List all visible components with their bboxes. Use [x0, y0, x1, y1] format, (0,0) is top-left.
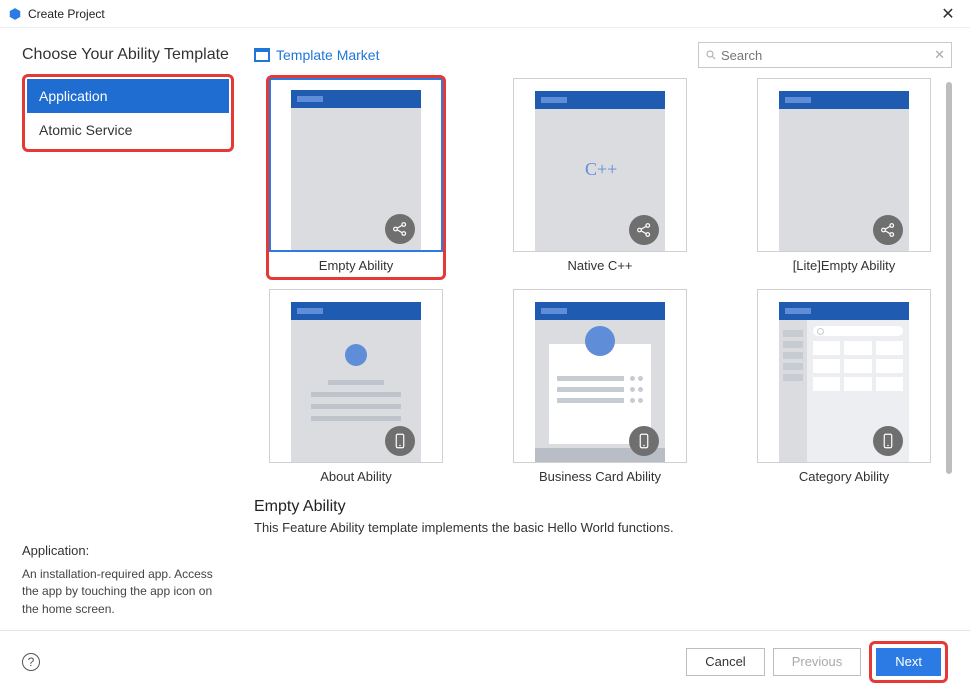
- search-input[interactable]: [721, 48, 934, 63]
- template-card-about-ability[interactable]: About Ability: [254, 289, 458, 484]
- next-button[interactable]: Next: [876, 648, 941, 676]
- phone-badge-icon: [873, 426, 903, 456]
- phone-badge-icon: [385, 426, 415, 456]
- close-icon[interactable]: ✕: [934, 4, 962, 24]
- share-badge-icon: [873, 215, 903, 245]
- tab-atomic-service[interactable]: Atomic Service: [27, 113, 229, 147]
- template-market-link[interactable]: Template Market: [254, 47, 379, 63]
- search-box[interactable]: ✕: [698, 42, 952, 68]
- highlight-marker: Next: [869, 641, 948, 683]
- project-type-tabs: Application Atomic Service: [22, 74, 234, 152]
- tab-application[interactable]: Application: [27, 79, 229, 113]
- template-description: Empty Ability This Feature Ability templ…: [254, 498, 952, 535]
- share-badge-icon: [629, 215, 659, 245]
- phone-badge-icon: [629, 426, 659, 456]
- app-logo-icon: [8, 7, 22, 21]
- market-icon: [254, 48, 270, 62]
- cpp-icon: C++: [585, 159, 617, 180]
- template-card-lite-empty-ability[interactable]: [Lite]Empty Ability: [742, 78, 946, 273]
- window-title: Create Project: [28, 7, 934, 21]
- title-bar: Create Project ✕: [0, 0, 970, 28]
- template-card-empty-ability[interactable]: Empty Ability: [254, 78, 458, 273]
- help-icon[interactable]: ?: [22, 653, 40, 671]
- template-card-business-card-ability[interactable]: Business Card Ability: [498, 289, 702, 484]
- previous-button: Previous: [773, 648, 862, 676]
- search-icon: [705, 49, 717, 61]
- cancel-button[interactable]: Cancel: [686, 648, 764, 676]
- scrollbar[interactable]: [946, 82, 952, 474]
- clear-search-icon[interactable]: ✕: [934, 47, 945, 63]
- page-heading: Choose Your Ability Template: [22, 46, 234, 64]
- template-card-native-cpp[interactable]: C++ Native C++: [498, 78, 702, 273]
- template-card-category-ability[interactable]: Category Ability: [742, 289, 946, 484]
- project-type-description: Application: An installation-required ap…: [22, 543, 234, 618]
- share-badge-icon: [385, 214, 415, 244]
